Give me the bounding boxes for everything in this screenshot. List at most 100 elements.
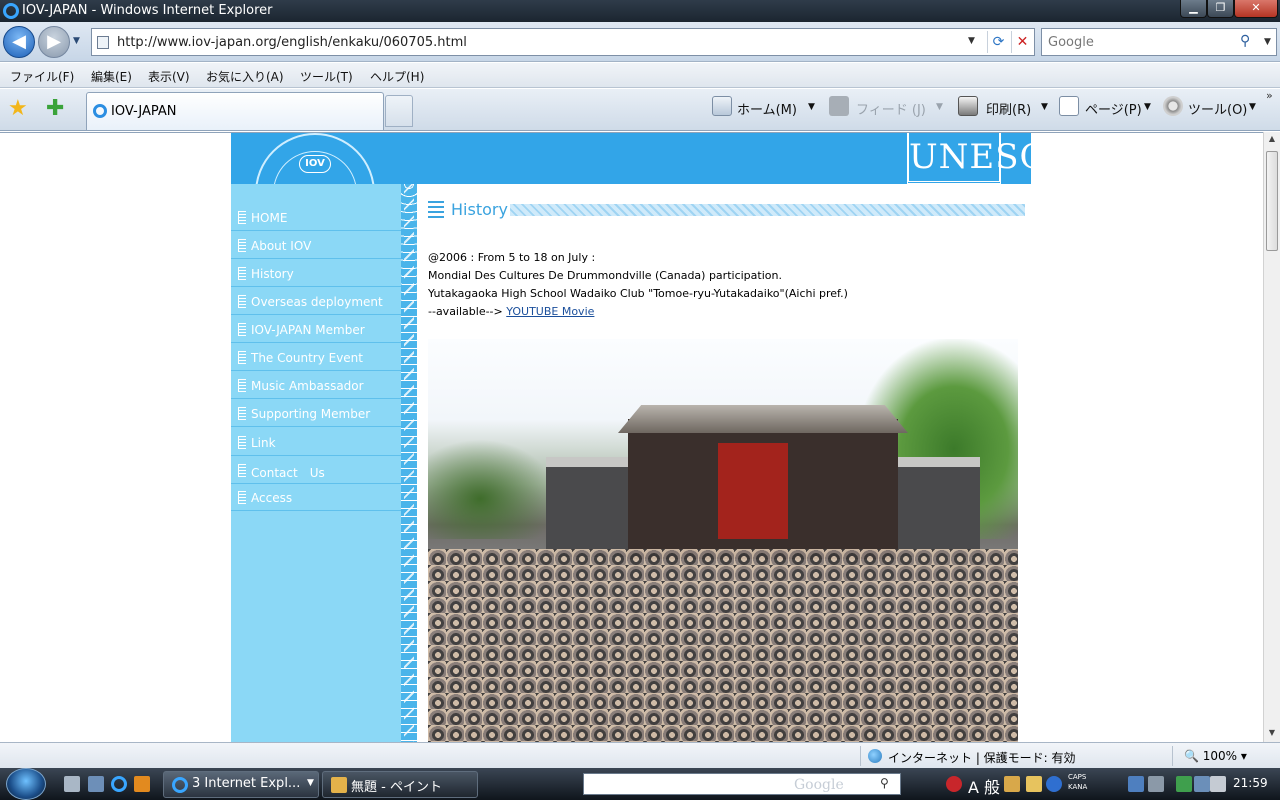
menu-edit[interactable]: 編集(E) <box>91 68 132 85</box>
stop-icon[interactable]: ✕ <box>1011 31 1033 53</box>
start-button[interactable] <box>6 768 46 800</box>
tools-menu-button[interactable]: ツール(O) <box>1188 99 1247 118</box>
ime-tool-icon[interactable] <box>1026 776 1042 792</box>
ime-dictionary-icon[interactable] <box>1004 776 1020 792</box>
search-placeholder[interactable]: Google <box>1048 35 1094 50</box>
quicklaunch-ie-icon[interactable] <box>111 776 127 792</box>
nav-label[interactable]: The Country Event <box>251 351 363 365</box>
search-box[interactable]: Google ⚲ ▼ <box>1041 28 1277 56</box>
menu-tools[interactable]: ツール(T) <box>300 68 353 85</box>
tray-safely-remove-icon[interactable] <box>1176 776 1192 792</box>
taskbar-paint-button[interactable]: 無題 - ペイント <box>322 771 478 798</box>
home-icon[interactable] <box>712 96 732 116</box>
minimize-button[interactable]: ▁ <box>1180 0 1207 18</box>
tab-bar: ★ ✚ IOV-JAPAN ホーム(M) ▼ フィード (J) ▼ 印刷(R) … <box>0 89 1280 131</box>
page-viewport: IOV UNESCO HOME About IOV History Overse… <box>0 132 1263 742</box>
menu-favorites[interactable]: お気に入り(A) <box>206 68 284 85</box>
nav-history[interactable]: History <box>231 259 401 287</box>
address-dropdown-icon[interactable]: ▼ <box>968 36 975 46</box>
caps-label: CAPS <box>1068 773 1087 781</box>
available-prefix: --available--> <box>428 305 503 318</box>
zoom-level[interactable]: 🔍 100% ▾ <box>1184 749 1247 763</box>
nav-label[interactable]: Link <box>251 436 276 450</box>
nav-label[interactable]: About IOV <box>251 239 311 253</box>
forward-button[interactable]: ▶ <box>38 26 70 58</box>
tray-network-status-icon[interactable] <box>1194 776 1210 792</box>
tab-iov-japan[interactable]: IOV-JAPAN <box>86 92 384 130</box>
nav-music-ambassador[interactable]: Music Ambassador <box>231 371 401 399</box>
search-dropdown-icon[interactable]: ▼ <box>1264 37 1271 47</box>
nav-label[interactable]: HOME <box>251 211 287 225</box>
ime-mode-indicator[interactable]: A 般 <box>968 774 1000 798</box>
nav-label[interactable]: Contact Us <box>251 464 325 481</box>
nav-overseas-deployment[interactable]: Overseas deployment <box>231 287 401 315</box>
print-button[interactable]: 印刷(R) <box>986 99 1031 118</box>
taskbar-search-icon[interactable]: ⚲ <box>880 776 889 790</box>
show-desktop-icon[interactable] <box>64 776 80 792</box>
vertical-scrollbar[interactable]: ▲ ▼ <box>1263 132 1280 742</box>
nav-label[interactable]: Music Ambassador <box>251 379 364 393</box>
menu-help[interactable]: ヘルプ(H) <box>370 68 424 85</box>
recent-pages-dropdown[interactable]: ▼ <box>73 36 80 46</box>
taskbar-google-search[interactable]: Google ⚲ <box>583 773 901 795</box>
taskbar-clock[interactable]: 21:59 <box>1233 776 1268 790</box>
add-favorite-icon[interactable]: ✚ <box>46 96 64 121</box>
nav-label[interactable]: IOV-JAPAN Member <box>251 323 365 337</box>
tools-dropdown-icon[interactable]: ▼ <box>1249 102 1256 112</box>
page-menu-button[interactable]: ページ(P) <box>1085 99 1142 118</box>
nav-contact-us[interactable]: Contact Us <box>231 456 401 484</box>
favorites-star-icon[interactable]: ★ <box>8 96 28 121</box>
nav-label[interactable]: History <box>251 267 294 281</box>
gear-icon[interactable] <box>1163 96 1183 116</box>
feed-icon[interactable] <box>829 96 849 116</box>
ime-help-icon[interactable] <box>1046 776 1062 792</box>
menu-file[interactable]: ファイル(F) <box>10 68 74 85</box>
address-bar[interactable]: http://www.iov-japan.org/english/enkaku/… <box>91 28 1035 56</box>
tray-volume-icon[interactable] <box>1210 776 1226 792</box>
page-dropdown-icon[interactable]: ▼ <box>1144 102 1151 112</box>
nav-link[interactable]: Link <box>231 428 401 456</box>
nav-iov-japan-member[interactable]: IOV-JAPAN Member <box>231 315 401 343</box>
media-player-icon[interactable] <box>134 776 150 792</box>
feeds-dropdown-icon[interactable]: ▼ <box>936 102 943 112</box>
tray-display-icon[interactable] <box>1148 776 1164 792</box>
new-tab-button[interactable] <box>385 95 413 127</box>
scroll-down-arrow-icon[interactable]: ▼ <box>1264 728 1280 742</box>
more-commands-chevron-icon[interactable]: » <box>1266 89 1273 102</box>
home-button[interactable]: ホーム(M) <box>737 99 797 118</box>
back-button[interactable]: ◀ <box>3 26 35 58</box>
nav-home[interactable]: HOME <box>231 203 401 231</box>
menu-view[interactable]: 表示(V) <box>148 68 190 85</box>
nav-supporting-member[interactable]: Supporting Member <box>231 399 401 427</box>
feeds-button[interactable]: フィード (J) <box>856 99 926 118</box>
nav-about-iov[interactable]: About IOV <box>231 231 401 259</box>
refresh-icon[interactable]: ⟳ <box>987 31 1009 53</box>
taskbar-ie-button[interactable]: 3 Internet Expl... ▼ <box>163 771 319 798</box>
windows-taskbar: 3 Internet Expl... ▼ 無題 - ペイント Google ⚲ … <box>0 768 1280 800</box>
nav-country-event[interactable]: The Country Event <box>231 343 401 371</box>
close-button[interactable]: ✕ <box>1234 0 1278 18</box>
nav-label[interactable]: Supporting Member <box>251 407 370 421</box>
switch-windows-icon[interactable] <box>88 776 104 792</box>
iov-logo[interactable]: IOV <box>255 133 375 184</box>
nav-label[interactable]: Overseas deployment <box>251 295 383 309</box>
scroll-thumb[interactable] <box>1266 151 1278 251</box>
scroll-up-arrow-icon[interactable]: ▲ <box>1264 134 1280 148</box>
youtube-movie-link[interactable]: YOUTUBE Movie <box>506 305 594 318</box>
security-zone-status[interactable]: インターネット | 保護モード: 有効 <box>888 749 1076 766</box>
taskbar-ie-icon <box>172 777 188 793</box>
decorative-wave-border <box>401 184 417 742</box>
search-icon[interactable]: ⚲ <box>1240 33 1250 49</box>
maximize-button[interactable]: ❐ <box>1207 0 1234 18</box>
nav-label[interactable]: Access <box>251 491 292 505</box>
nav-bullet-icon <box>238 407 246 420</box>
print-dropdown-icon[interactable]: ▼ <box>1041 102 1048 112</box>
nav-access[interactable]: Access <box>231 483 401 511</box>
print-icon[interactable] <box>958 96 978 116</box>
home-dropdown-icon[interactable]: ▼ <box>808 102 815 112</box>
taskbar-ie-label: 3 Internet Expl... <box>192 776 301 791</box>
tray-network-icon[interactable] <box>1128 776 1144 792</box>
address-url[interactable]: http://www.iov-japan.org/english/enkaku/… <box>117 35 467 50</box>
tray-antivirus-icon[interactable] <box>946 776 962 792</box>
page-menu-icon[interactable] <box>1059 96 1079 116</box>
